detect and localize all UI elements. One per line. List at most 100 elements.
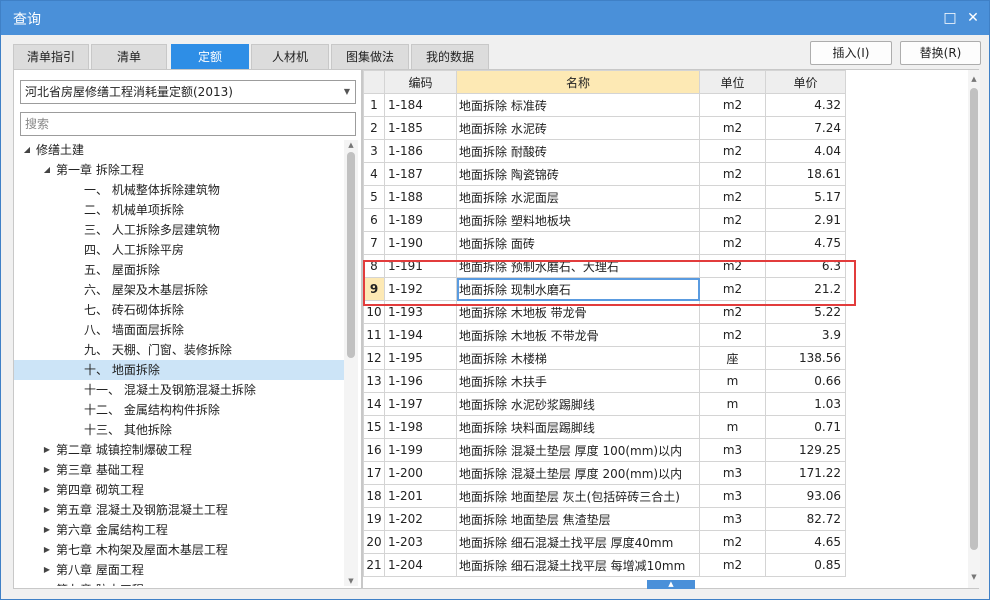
- code-cell[interactable]: 1-191: [384, 254, 457, 278]
- code-cell[interactable]: 1-197: [384, 392, 457, 416]
- price-cell[interactable]: 4.65: [765, 530, 846, 554]
- tab-my-data[interactable]: 我的数据: [411, 44, 489, 69]
- name-cell[interactable]: 地面拆除 木地板 不带龙骨: [456, 323, 700, 347]
- table-row[interactable]: 14 1-197 地面拆除 水泥砂浆踢脚线 m 1.03: [363, 392, 846, 416]
- triangle-right-icon[interactable]: ▶: [42, 460, 52, 480]
- triangle-right-icon[interactable]: ▶: [42, 500, 52, 520]
- name-cell[interactable]: 地面拆除 塑料地板块: [456, 208, 700, 232]
- table-row[interactable]: 18 1-201 地面拆除 地面垫层 灰土(包括碎砖三合土) m3 93.06: [363, 484, 846, 508]
- row-number[interactable]: 3: [363, 139, 385, 163]
- tree-item[interactable]: ▶ 第六章 金属结构工程: [14, 520, 344, 540]
- code-cell[interactable]: 1-188: [384, 185, 457, 209]
- row-number[interactable]: 4: [363, 162, 385, 186]
- chevron-down-icon[interactable]: ▼: [344, 81, 350, 103]
- table-row[interactable]: 4 1-187 地面拆除 陶瓷锦砖 m2 18.61: [363, 162, 846, 186]
- price-cell[interactable]: 5.22: [765, 300, 846, 324]
- price-cell[interactable]: 0.66: [765, 369, 846, 393]
- tree-item[interactable]: 十、 地面拆除: [14, 360, 344, 380]
- unit-cell[interactable]: m2: [699, 93, 766, 117]
- maximize-icon[interactable]: □: [940, 8, 960, 28]
- triangle-right-icon[interactable]: ▶: [42, 480, 52, 500]
- row-number[interactable]: 20: [363, 530, 385, 554]
- table-row[interactable]: 2 1-185 地面拆除 水泥砖 m2 7.24: [363, 116, 846, 140]
- price-cell[interactable]: 7.24: [765, 116, 846, 140]
- tree-item[interactable]: 八、 墙面面层拆除: [14, 320, 344, 340]
- unit-cell[interactable]: m: [699, 392, 766, 416]
- tree-item[interactable]: 六、 屋架及木基层拆除: [14, 280, 344, 300]
- code-cell[interactable]: 1-193: [384, 300, 457, 324]
- replace-button[interactable]: 替换(R): [900, 41, 981, 65]
- unit-cell[interactable]: m3: [699, 461, 766, 485]
- table-row[interactable]: 15 1-198 地面拆除 块料面层踢脚线 m 0.71: [363, 415, 846, 439]
- code-cell[interactable]: 1-192: [384, 277, 457, 301]
- code-cell[interactable]: 1-194: [384, 323, 457, 347]
- row-number[interactable]: 10: [363, 300, 385, 324]
- row-number[interactable]: 9: [363, 277, 385, 301]
- price-cell[interactable]: 93.06: [765, 484, 846, 508]
- triangle-right-icon[interactable]: ▶: [42, 540, 52, 560]
- row-number[interactable]: 11: [363, 323, 385, 347]
- name-cell[interactable]: 地面拆除 混凝土垫层 厚度 200(mm)以内: [456, 461, 700, 485]
- name-cell[interactable]: 地面拆除 木地板 带龙骨: [456, 300, 700, 324]
- tree-item[interactable]: 十一、 混凝土及钢筋混凝土拆除: [14, 380, 344, 400]
- tree-item[interactable]: ▶ 第八章 屋面工程: [14, 560, 344, 580]
- tree-item[interactable]: 七、 砖石砌体拆除: [14, 300, 344, 320]
- name-cell[interactable]: 地面拆除 地面垫层 灰土(包括碎砖三合土): [456, 484, 700, 508]
- table-row[interactable]: 7 1-190 地面拆除 面砖 m2 4.75: [363, 231, 846, 255]
- triangle-right-icon[interactable]: ▶: [42, 520, 52, 540]
- name-cell[interactable]: 地面拆除 现制水磨石: [456, 277, 700, 301]
- row-number[interactable]: 1: [363, 93, 385, 117]
- tree-scrollbar-thumb[interactable]: [347, 152, 355, 358]
- price-cell[interactable]: 1.03: [765, 392, 846, 416]
- tree-item[interactable]: 九、 天棚、门窗、装修拆除: [14, 340, 344, 360]
- unit-cell[interactable]: m2: [699, 277, 766, 301]
- row-number[interactable]: 14: [363, 392, 385, 416]
- tree-item[interactable]: ▶ 第五章 混凝土及钢筋混凝土工程: [14, 500, 344, 520]
- column-header-name[interactable]: 名称: [456, 70, 700, 94]
- tree-item[interactable]: 五、 屋面拆除: [14, 260, 344, 280]
- price-cell[interactable]: 18.61: [765, 162, 846, 186]
- name-cell[interactable]: 地面拆除 木楼梯: [456, 346, 700, 370]
- row-number[interactable]: 17: [363, 461, 385, 485]
- price-cell[interactable]: 3.9: [765, 323, 846, 347]
- table-row[interactable]: 16 1-199 地面拆除 混凝土垫层 厚度 100(mm)以内 m3 129.25: [363, 438, 846, 462]
- unit-cell[interactable]: m2: [699, 116, 766, 140]
- tree-item[interactable]: ▶ 第九章 防水工程: [14, 580, 344, 586]
- price-cell[interactable]: 6.3: [765, 254, 846, 278]
- unit-cell[interactable]: m3: [699, 484, 766, 508]
- unit-cell[interactable]: m2: [699, 553, 766, 577]
- grid-scrollbar-thumb[interactable]: [970, 88, 978, 550]
- price-cell[interactable]: 171.22: [765, 461, 846, 485]
- scroll-up-icon[interactable]: ▲: [344, 140, 358, 150]
- unit-cell[interactable]: m2: [699, 139, 766, 163]
- tab-quota[interactable]: 定额: [171, 44, 249, 69]
- splitter-handle[interactable]: ▲: [647, 580, 695, 589]
- insert-button[interactable]: 插入(I): [810, 41, 892, 65]
- tree-item[interactable]: ◢ 修缮土建: [14, 140, 344, 160]
- name-cell[interactable]: 地面拆除 块料面层踢脚线: [456, 415, 700, 439]
- quota-library-select[interactable]: 河北省房屋修缮工程消耗量定额(2013) ▼: [20, 80, 356, 104]
- unit-cell[interactable]: m2: [699, 323, 766, 347]
- price-cell[interactable]: 4.32: [765, 93, 846, 117]
- row-number[interactable]: 18: [363, 484, 385, 508]
- name-cell[interactable]: 地面拆除 耐酸砖: [456, 139, 700, 163]
- name-cell[interactable]: 地面拆除 面砖: [456, 231, 700, 255]
- tree-item[interactable]: ▶ 第三章 基础工程: [14, 460, 344, 480]
- price-cell[interactable]: 5.17: [765, 185, 846, 209]
- table-row[interactable]: 20 1-203 地面拆除 细石混凝土找平层 厚度40mm m2 4.65: [363, 530, 846, 554]
- row-number[interactable]: 12: [363, 346, 385, 370]
- row-number[interactable]: 6: [363, 208, 385, 232]
- price-cell[interactable]: 4.75: [765, 231, 846, 255]
- unit-cell[interactable]: m: [699, 415, 766, 439]
- table-row[interactable]: 10 1-193 地面拆除 木地板 带龙骨 m2 5.22: [363, 300, 846, 324]
- tree-item[interactable]: 一、 机械整体拆除建筑物: [14, 180, 344, 200]
- row-number[interactable]: 19: [363, 507, 385, 531]
- row-number[interactable]: 21: [363, 553, 385, 577]
- table-row[interactable]: 19 1-202 地面拆除 地面垫层 焦渣垫层 m3 82.72: [363, 507, 846, 531]
- tree-scrollbar[interactable]: ▲ ▼: [344, 140, 358, 586]
- code-cell[interactable]: 1-201: [384, 484, 457, 508]
- table-row[interactable]: 11 1-194 地面拆除 木地板 不带龙骨 m2 3.9: [363, 323, 846, 347]
- code-cell[interactable]: 1-184: [384, 93, 457, 117]
- tree-item[interactable]: ▶ 第四章 砌筑工程: [14, 480, 344, 500]
- code-cell[interactable]: 1-190: [384, 231, 457, 255]
